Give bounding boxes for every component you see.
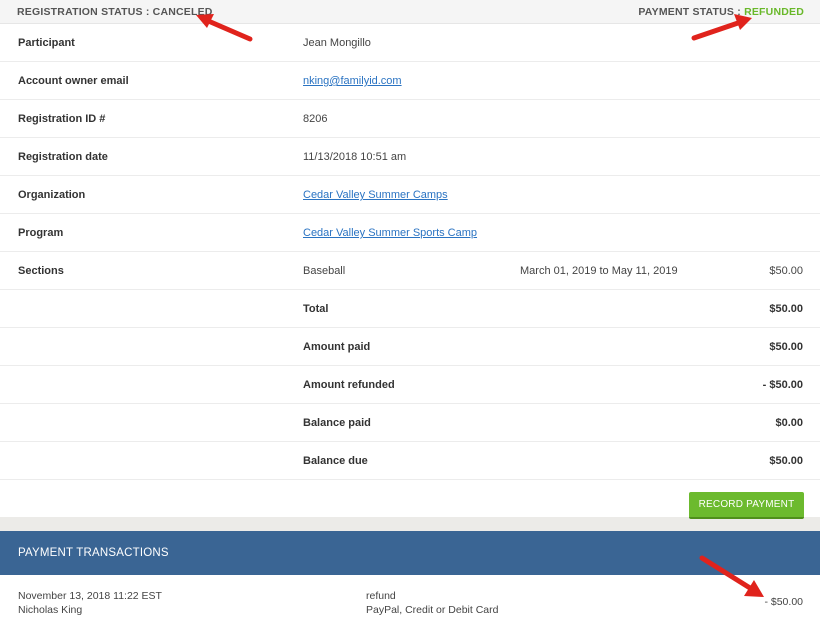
registration-date-value: 11/13/2018 10:51 am	[303, 151, 407, 163]
total-value: $50.00	[769, 303, 803, 315]
transaction-details: refund PayPal, Credit or Debit Card	[366, 589, 498, 617]
email-label: Account owner email	[18, 75, 129, 87]
amount-paid-value: $50.00	[769, 341, 803, 353]
transaction-meta: November 13, 2018 11:22 EST Nicholas Kin…	[18, 589, 162, 617]
total-row: Total $50.00	[0, 290, 820, 328]
registration-status: REGISTRATION STATUS : CANCELED	[17, 6, 213, 18]
participant-value: Jean Mongillo	[303, 37, 371, 49]
registration-card: REGISTRATION STATUS : CANCELED PAYMENT S…	[0, 0, 820, 519]
balance-due-value: $50.00	[769, 455, 803, 467]
balance-paid-value: $0.00	[775, 417, 803, 429]
organization-row: Organization Cedar Valley Summer Camps	[0, 176, 820, 214]
amount-paid-row: Amount paid $50.00	[0, 328, 820, 366]
registration-status-label: REGISTRATION STATUS :	[17, 5, 153, 18]
registration-id-label: Registration ID #	[18, 113, 106, 125]
action-area: RECORD PAYMENT	[0, 480, 820, 528]
registration-id-value: 8206	[303, 113, 328, 125]
total-label: Total	[303, 303, 329, 315]
amount-paid-label: Amount paid	[303, 341, 371, 353]
sections-label: Sections	[18, 265, 64, 277]
participant-label: Participant	[18, 37, 75, 49]
balance-due-label: Balance due	[303, 455, 368, 467]
email-row: Account owner email nking@familyid.com	[0, 62, 820, 100]
registration-date-label: Registration date	[18, 151, 108, 163]
transaction-type: refund	[366, 590, 396, 602]
amount-refunded-value: - $50.00	[762, 379, 803, 391]
registration-date-row: Registration date 11/13/2018 10:51 am	[0, 138, 820, 176]
amount-refunded-row: Amount refunded - $50.00	[0, 366, 820, 404]
annotation-arrow-icon	[691, 14, 752, 41]
organization-label: Organization	[18, 189, 86, 201]
balance-due-row: Balance due $50.00	[0, 442, 820, 480]
balance-paid-row: Balance paid $0.00	[0, 404, 820, 442]
balance-paid-label: Balance paid	[303, 417, 371, 429]
record-payment-button[interactable]: RECORD PAYMENT	[689, 492, 804, 519]
email-link[interactable]: nking@familyid.com	[303, 75, 402, 87]
sections-row: Sections Baseball March 01, 2019 to May …	[0, 252, 820, 290]
transaction-amount: - $50.00	[764, 596, 803, 608]
transaction-person: Nicholas King	[18, 604, 83, 616]
section-dates: March 01, 2019 to May 11, 2019	[520, 265, 678, 277]
transaction-method: PayPal, Credit or Debit Card	[366, 604, 499, 616]
program-link[interactable]: Cedar Valley Summer Sports Camp	[303, 227, 477, 239]
annotation-arrow-icon	[699, 555, 764, 597]
transaction-datetime: November 13, 2018 11:22 EST	[18, 590, 162, 602]
section-name: Baseball	[303, 265, 346, 277]
annotation-arrow-icon	[196, 14, 253, 42]
registration-id-row: Registration ID # 8206	[0, 100, 820, 138]
organization-link[interactable]: Cedar Valley Summer Camps	[303, 189, 448, 201]
program-row: Program Cedar Valley Summer Sports Camp	[0, 214, 820, 252]
program-label: Program	[18, 227, 64, 239]
amount-refunded-label: Amount refunded	[303, 379, 395, 391]
section-amount: $50.00	[769, 265, 803, 277]
